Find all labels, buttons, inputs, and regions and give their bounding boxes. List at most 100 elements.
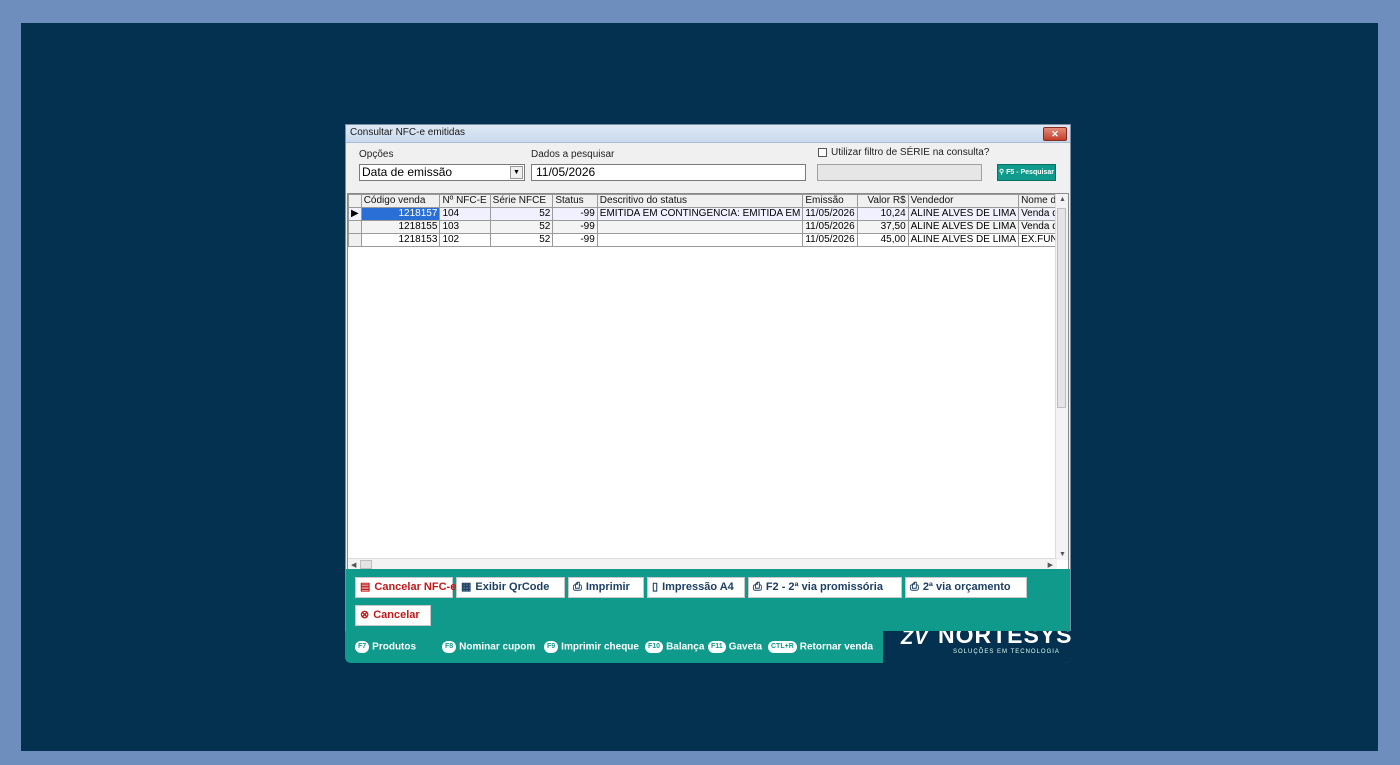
cell-codigo[interactable]: 1218155 — [360, 220, 441, 234]
col-serie[interactable]: Série NFCE — [489, 194, 554, 208]
cell-valor[interactable]: 37,50 — [856, 220, 909, 234]
col-emissao[interactable]: Emissão — [802, 194, 858, 208]
search-button[interactable]: ⚲ F5 - Pesquisar — [997, 164, 1056, 181]
indicator-header — [348, 194, 362, 208]
cell-serie[interactable]: 52 — [489, 233, 554, 247]
cell-nfce[interactable]: 103 — [439, 220, 491, 234]
opcoes-select[interactable]: Data de emissão ▼ — [359, 164, 525, 181]
shortcut-ctlr[interactable]: CTL+R Retornar venda — [768, 641, 873, 653]
logo-mark-icon: ZV — [901, 631, 929, 649]
scroll-left-icon[interactable]: ◀ — [351, 561, 356, 569]
shortcut-label: Imprimir cheque — [561, 641, 639, 653]
table-header-row: Código venda Nº NFC-E Série NFCE Status … — [348, 194, 1068, 208]
shortcut-f10[interactable]: F10 Balança — [645, 641, 704, 653]
brand-logo: ZV NORTESYS SOLUÇÕES EM TECNOLOGIA — [883, 631, 1071, 663]
horizontal-scroll-thumb[interactable] — [360, 560, 372, 569]
dados-pesquisar-input[interactable]: 11/05/2026 — [531, 164, 806, 181]
cell-nfce[interactable]: 104 — [439, 207, 491, 221]
qrcode-icon: ▦ — [461, 581, 472, 593]
key-badge: F8 — [442, 641, 457, 653]
close-button[interactable]: ✕ — [1043, 127, 1067, 141]
col-codigo-venda[interactable]: Código venda — [360, 194, 441, 208]
table-row[interactable]: 1218155 103 52 -99 11/05/2026 37,50 ALIN… — [348, 220, 1068, 234]
window-title: Consultar NFC-e emitidas — [350, 127, 466, 138]
col-descritivo[interactable]: Descritivo do status — [596, 194, 804, 208]
shortcut-f7[interactable]: F7 Produtos — [355, 641, 416, 653]
col-nfce[interactable]: Nº NFC-E — [439, 194, 491, 208]
exibir-qrcode-button[interactable]: ▦ Exibir QrCode — [456, 577, 565, 598]
cancelar-nfce-button[interactable]: ▤ Cancelar NFC-e — [355, 577, 456, 598]
serie-input[interactable] — [817, 164, 982, 181]
cell-valor[interactable]: 45,00 — [856, 233, 909, 247]
cell-status[interactable]: -99 — [552, 233, 598, 247]
key-badge: F7 — [355, 641, 370, 653]
brand-tagline: SOLUÇÕES EM TECNOLOGIA — [953, 649, 1060, 655]
col-valor[interactable]: Valor R$ — [856, 194, 909, 208]
title-bar: Consultar NFC-e emitidas ✕ — [346, 125, 1070, 143]
cell-status[interactable]: -99 — [552, 207, 598, 221]
shortcut-label: Retornar venda — [799, 641, 874, 653]
impressao-a4-button[interactable]: ▯ Impressão A4 — [647, 577, 745, 598]
imprimir-button[interactable]: ⎙ Imprimir — [568, 577, 644, 598]
cell-emissao[interactable]: 11/05/2026 — [802, 220, 858, 234]
scroll-up-icon[interactable]: ▲ — [1059, 196, 1066, 203]
shortcut-f11[interactable]: F11 Gaveta — [708, 641, 762, 653]
cell-descritivo[interactable]: EMITIDA EM CONTINGENCIA: EMITIDA EM — [596, 207, 804, 221]
cell-vendedor[interactable]: ALINE ALVES DE LIMA — [907, 233, 1020, 247]
cell-nfce[interactable]: 102 — [439, 233, 491, 247]
nfce-table: Código venda Nº NFC-E Série NFCE Status … — [348, 194, 1068, 247]
cell-serie[interactable]: 52 — [489, 207, 554, 221]
via-orcamento-label: 2ª via orçamento — [922, 581, 1011, 593]
scroll-down-icon[interactable]: ▼ — [1059, 551, 1066, 558]
cell-vendedor[interactable]: ALINE ALVES DE LIMA — [907, 220, 1020, 234]
close-circle-icon: ⊗ — [360, 609, 370, 621]
vertical-scroll-thumb[interactable] — [1057, 208, 1066, 408]
row-pointer-icon: ▶ — [348, 207, 362, 221]
table-row[interactable]: 1218153 102 52 -99 11/05/2026 45,00 ALIN… — [348, 233, 1068, 247]
key-badge: F10 — [645, 641, 664, 653]
cancelar-button[interactable]: ⊗ Cancelar — [355, 605, 431, 626]
row-indicator — [348, 233, 362, 247]
via-orcamento-button[interactable]: ⎙ 2ª via orçamento — [905, 577, 1027, 598]
nfce-grid[interactable]: Código venda Nº NFC-E Série NFCE Status … — [347, 193, 1069, 572]
consultar-nfce-dialog: Consultar NFC-e emitidas ✕ Opções Data d… — [345, 124, 1071, 631]
printer-icon: ⎙ — [573, 581, 582, 593]
key-badge: F9 — [544, 641, 559, 653]
action-panel: ▤ Cancelar NFC-e ▦ Exibir QrCode ⎙ Imprimir… — [346, 569, 1070, 631]
cancel-doc-icon: ▤ — [360, 581, 371, 593]
col-vendedor[interactable]: Vendedor — [907, 194, 1020, 208]
document-icon: ▯ — [652, 581, 659, 593]
cell-descritivo[interactable] — [596, 233, 804, 247]
imprimir-label: Imprimir — [585, 581, 630, 593]
shortcut-label: Produtos — [372, 641, 417, 653]
key-badge: CTL+R — [768, 641, 797, 653]
f2-promissoria-label: F2 - 2ª via promissória — [765, 581, 883, 593]
cell-emissao[interactable]: 11/05/2026 — [802, 207, 858, 221]
row-indicator — [348, 220, 362, 234]
shortcut-f9[interactable]: F9 Imprimir cheque — [544, 641, 639, 653]
cell-codigo[interactable]: 1218153 — [360, 233, 441, 247]
cancelar-label: Cancelar — [373, 609, 420, 621]
cell-valor[interactable]: 10,24 — [856, 207, 909, 221]
cell-emissao[interactable]: 11/05/2026 — [802, 233, 858, 247]
shortcut-label: Balança — [666, 641, 705, 653]
printer-icon: ⎙ — [910, 581, 919, 593]
cell-serie[interactable]: 52 — [489, 220, 554, 234]
scroll-right-icon[interactable]: ▶ — [1048, 561, 1053, 569]
chevron-down-icon[interactable]: ▼ — [510, 166, 523, 179]
vertical-scrollbar[interactable]: ▲ ▼ — [1055, 194, 1068, 560]
cell-vendedor[interactable]: ALINE ALVES DE LIMA — [907, 207, 1020, 221]
opcoes-select-value: Data de emissão — [362, 165, 453, 179]
key-badge: F11 — [708, 641, 726, 653]
search-icon: ⚲ — [999, 169, 1005, 176]
shortcut-label: Nominar cupom — [459, 641, 536, 653]
shortcut-label: Gaveta — [728, 641, 763, 653]
cell-codigo[interactable]: 1218157 — [360, 207, 441, 221]
f2-promissoria-button[interactable]: ⎙ F2 - 2ª via promissória — [748, 577, 902, 598]
serie-filter-checkbox[interactable] — [818, 148, 827, 157]
shortcut-f8[interactable]: F8 Nominar cupom — [442, 641, 535, 653]
cell-descritivo[interactable] — [596, 220, 804, 234]
table-row[interactable]: ▶ 1218157 104 52 -99 EMITIDA EM CONTINGE… — [348, 207, 1068, 221]
col-status[interactable]: Status — [552, 194, 598, 208]
cell-status[interactable]: -99 — [552, 220, 598, 234]
